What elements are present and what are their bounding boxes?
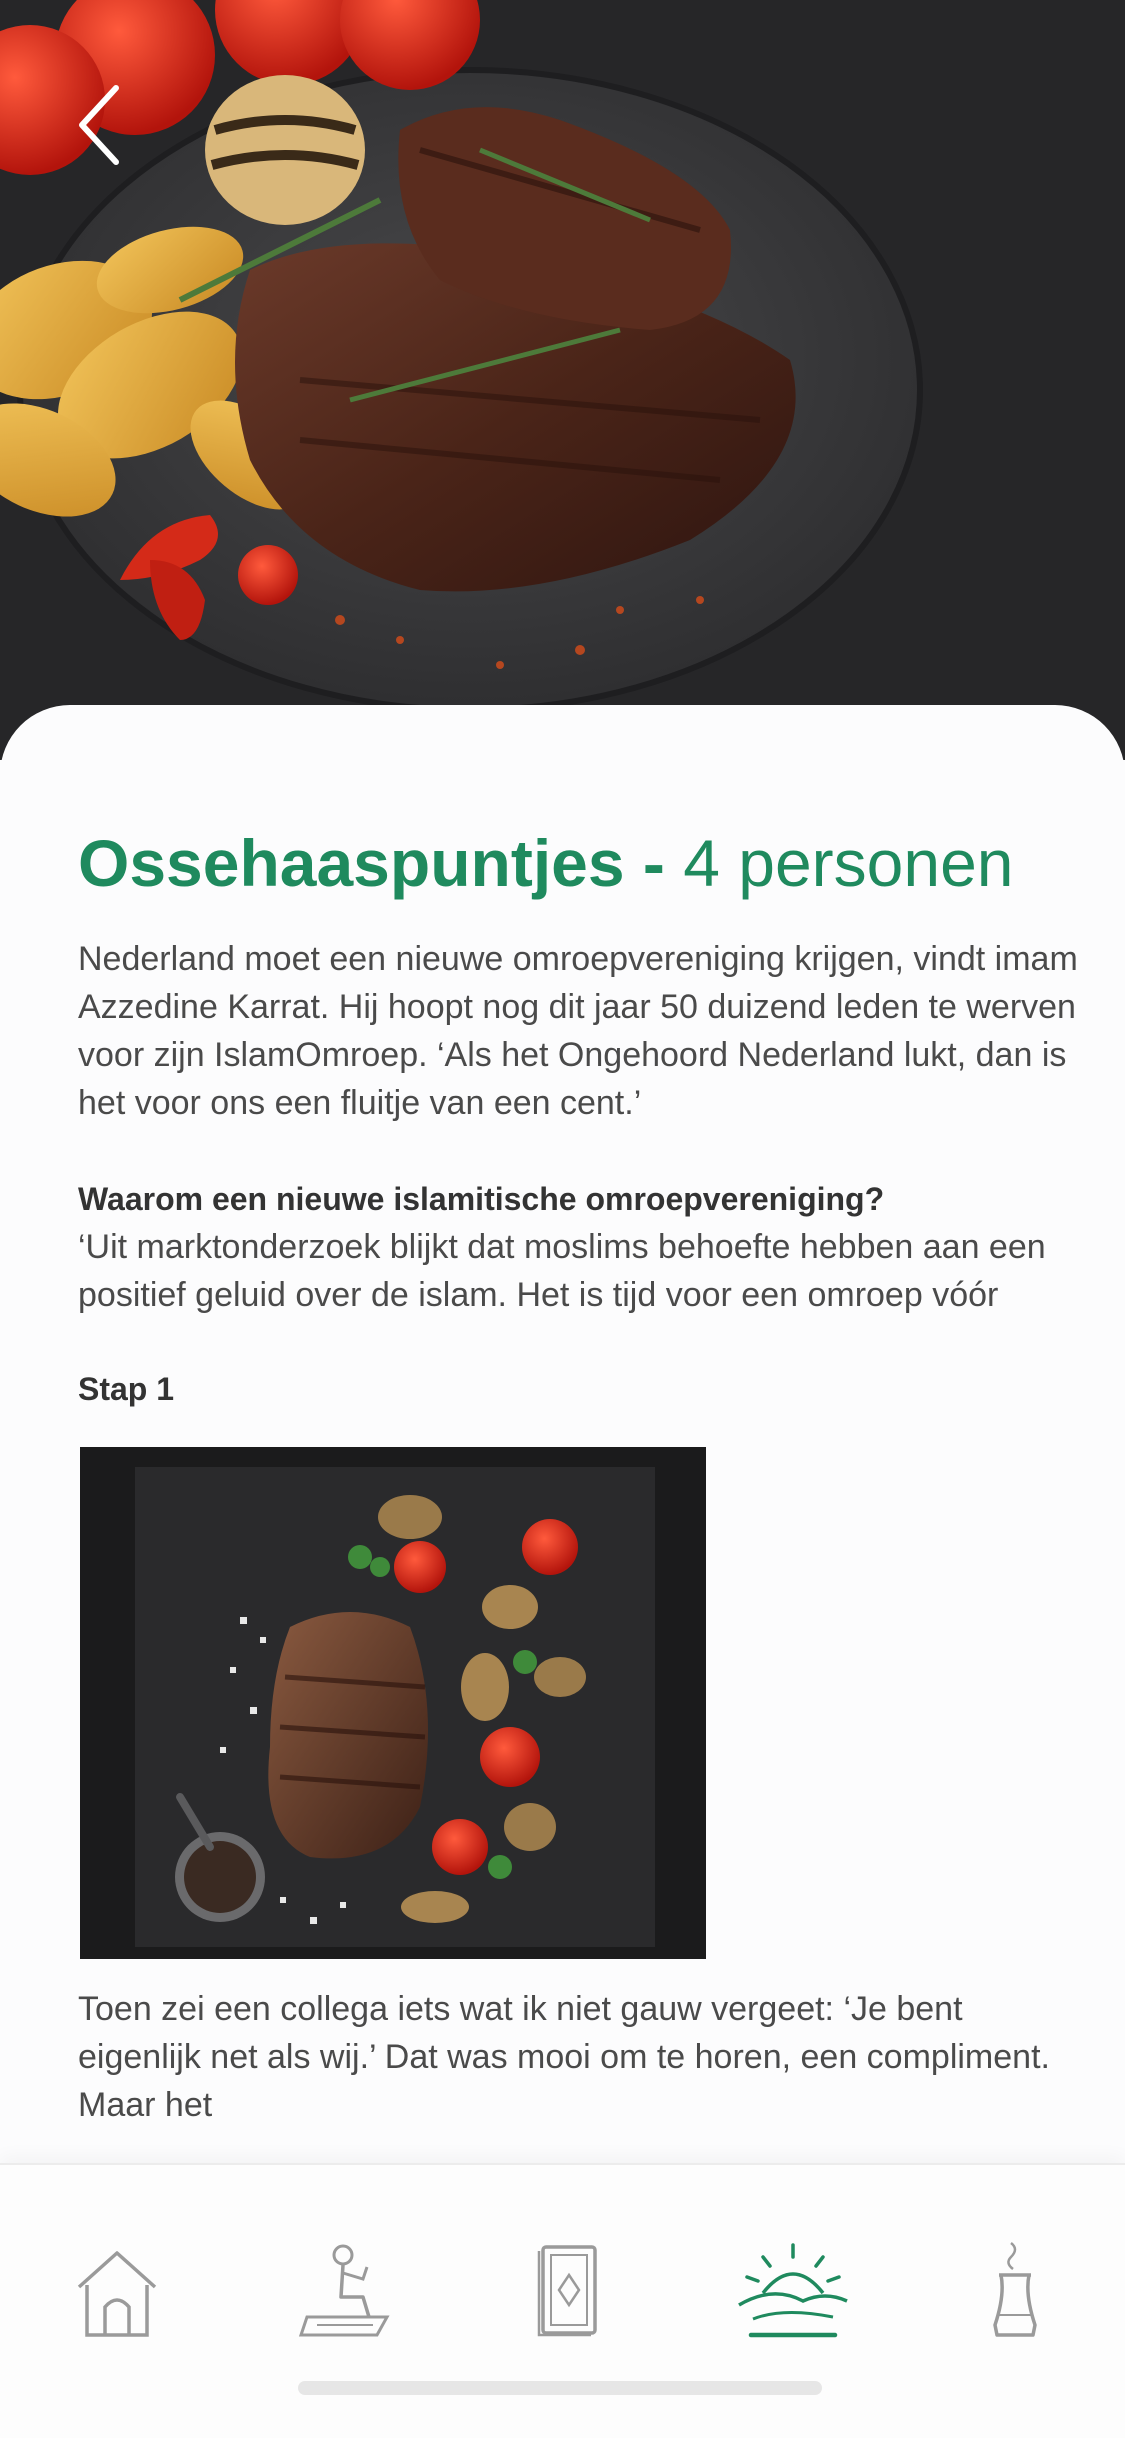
coffee-pot-icon [993, 2242, 1037, 2337]
step-label: Stap 1 [78, 1371, 175, 1407]
step-image [80, 1447, 706, 1959]
tab-prayer-times[interactable] [733, 2235, 853, 2345]
hero-image [0, 0, 1125, 760]
question-heading: Waarom een nieuwe islamitische omroepver… [78, 1181, 885, 1217]
home-indicator [298, 2381, 822, 2395]
back-button[interactable] [68, 80, 138, 170]
sunrise-icon [738, 2243, 848, 2338]
praying-person-icon [298, 2244, 390, 2337]
tab-prayer[interactable] [287, 2235, 407, 2345]
tab-home[interactable] [57, 2235, 177, 2345]
chevron-left-icon [79, 85, 119, 165]
recipe-name: Ossehaaspuntjes - [78, 826, 684, 900]
question-paragraph: ‘Uit marktonderzoek blijkt dat moslims b… [78, 1228, 1046, 1314]
steak-board-photo [80, 1447, 706, 1959]
mosque-icon [77, 2251, 157, 2337]
tab-quran[interactable] [507, 2235, 627, 2345]
intro-paragraph: Nederland moet een nieuwe omroepverenigi… [78, 940, 1078, 1122]
step-paragraph: Toen zei een collega iets wat ik niet ga… [78, 1990, 1050, 2124]
bottom-tab-bar [0, 2163, 1125, 2438]
recipe-sheet: Ossehaaspuntjes - 4 personen Nederland m… [0, 705, 1125, 2165]
tab-coffee[interactable] [955, 2235, 1075, 2345]
recipe-servings: 4 personen [683, 826, 1014, 900]
steak-photo [0, 0, 1125, 760]
recipe-title: Ossehaaspuntjes - 4 personen [78, 823, 1013, 903]
quran-book-icon [537, 2245, 597, 2337]
